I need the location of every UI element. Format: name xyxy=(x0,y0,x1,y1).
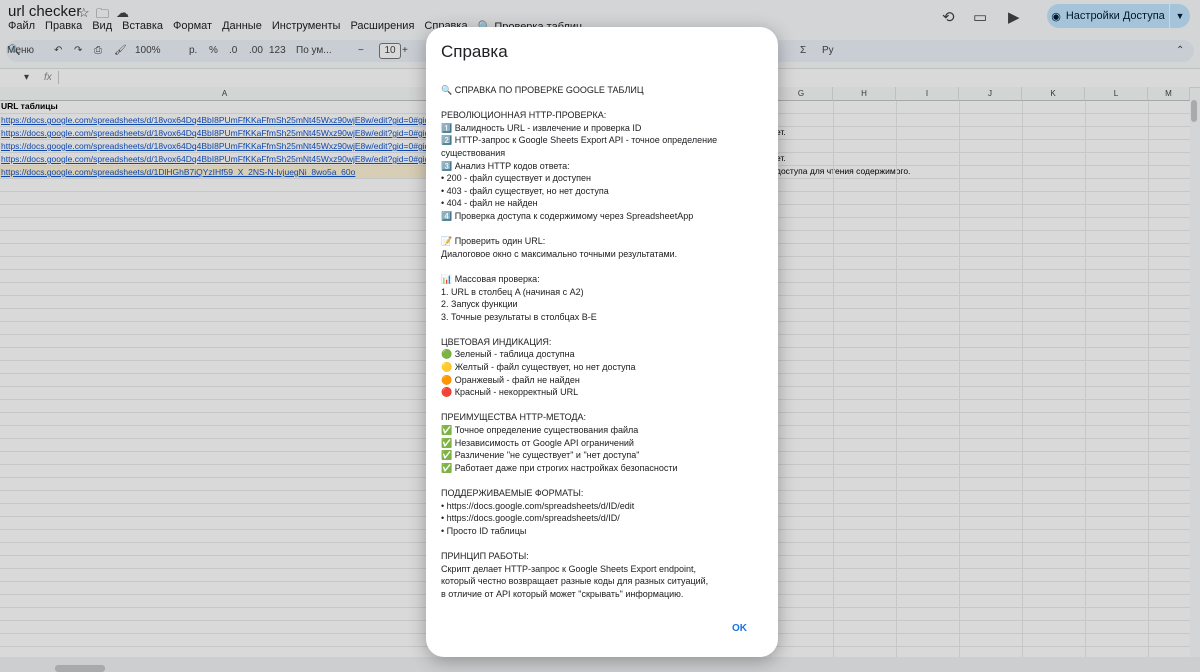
dialog-blank-line xyxy=(441,399,766,412)
dialog-text-line: 3. Точные результаты в столбцах B-E xyxy=(441,311,597,322)
dialog-blank-line xyxy=(441,537,766,550)
dialog-blank-line xyxy=(441,260,766,273)
dialog-text-line: 📊 Массовая проверка: xyxy=(441,273,540,284)
dialog-text-line: • 200 - файл существует и доступен xyxy=(441,173,591,184)
dialog-text-line: 🔍 СПРАВКА ПО ПРОВЕРКЕ GOOGLE ТАБЛИЦ xyxy=(441,85,644,95)
dialog-text-line: в отличие от API который может "скрывать… xyxy=(441,588,684,599)
dialog-text-line: 3️⃣ Анализ HTTP кодов ответа: xyxy=(441,160,570,171)
dialog-text-line: 🟠 Оранжевый - файл не найден xyxy=(441,374,580,385)
dialog-text-line: 1️⃣ Валидность URL - извлечение и провер… xyxy=(441,122,642,133)
dialog-text-line: ЦВЕТОВАЯ ИНДИКАЦИЯ: xyxy=(441,336,552,347)
dialog-blank-line xyxy=(441,323,766,336)
dialog-text-line: • 404 - файл не найден xyxy=(441,198,538,209)
help-dialog: Справка 🔍 СПРАВКА ПО ПРОВЕРКЕ GOOGLE ТАБ… xyxy=(426,27,778,657)
dialog-text-line: • https://docs.google.com/spreadsheets/d… xyxy=(441,500,635,511)
dialog-blank-line xyxy=(441,474,766,487)
dialog-text-line: 2. Запуск функции xyxy=(441,299,518,310)
dialog-text-line: Диалоговое окно с максимально точными ре… xyxy=(441,248,678,259)
dialog-text-line: который честно возвращает разные коды дл… xyxy=(441,576,709,587)
dialog-text-line: ✅ Независимость от Google API ограничени… xyxy=(441,437,634,448)
dialog-text-line: 🔴 Красный - некорректный URL xyxy=(441,387,579,398)
dialog-text-line: ПРЕИМУЩЕСТВА HTTP-МЕТОДА: xyxy=(441,412,586,423)
dialog-text-line: 🟡 Желтый - файл существует, но нет досту… xyxy=(441,362,636,373)
dialog-text-line: Скрипт делает HTTP-запрос к Google Sheet… xyxy=(441,563,697,574)
dialog-text-line: ✅ Различение "не существует" и "нет дост… xyxy=(441,450,640,461)
dialog-text-line: ✅ Точное определение существования файла xyxy=(441,425,639,436)
dialog-text-line: • 403 - файл существует, но нет доступа xyxy=(441,185,609,196)
dialog-text-line: 📝 Проверить один URL: xyxy=(441,236,546,247)
dialog-text-line: ПОДДЕРЖИВАЕМЫЕ ФОРМАТЫ: xyxy=(441,488,584,498)
dialog-body: 🔍 СПРАВКА ПО ПРОВЕРКЕ GOOGLE ТАБЛИЦ РЕВОЛ… xyxy=(441,84,766,600)
dialog-text-line: ✅ Работает даже при строгих настройках б… xyxy=(441,462,678,473)
dialog-text-line: РЕВОЛЮЦИОННАЯ HTTP-ПРОВЕРКА: xyxy=(441,110,607,121)
dialog-text-line: 🟢 Зеленый - таблица доступна xyxy=(441,349,575,360)
dialog-text-line: 4️⃣ Проверка доступа к содержимому через… xyxy=(441,210,694,221)
dialog-title: Справка xyxy=(441,42,508,61)
dialog-text-line: • Просто ID таблицы xyxy=(441,525,527,536)
dialog-text-line: существования xyxy=(441,147,506,158)
dialog-text-line: 2️⃣ HTTP-запрос к Google Sheets Export A… xyxy=(441,135,718,146)
dialog-text-line: • https://docs.google.com/spreadsheets/d… xyxy=(441,513,620,524)
dialog-blank-line xyxy=(441,223,766,236)
dialog-text-line: ПРИНЦИП РАБОТЫ: xyxy=(441,550,529,561)
dialog-text-line: 1. URL в столбец A (начиная с A2) xyxy=(441,286,584,297)
dialog-blank-line xyxy=(441,97,766,110)
ok-button[interactable]: OK xyxy=(732,623,747,634)
